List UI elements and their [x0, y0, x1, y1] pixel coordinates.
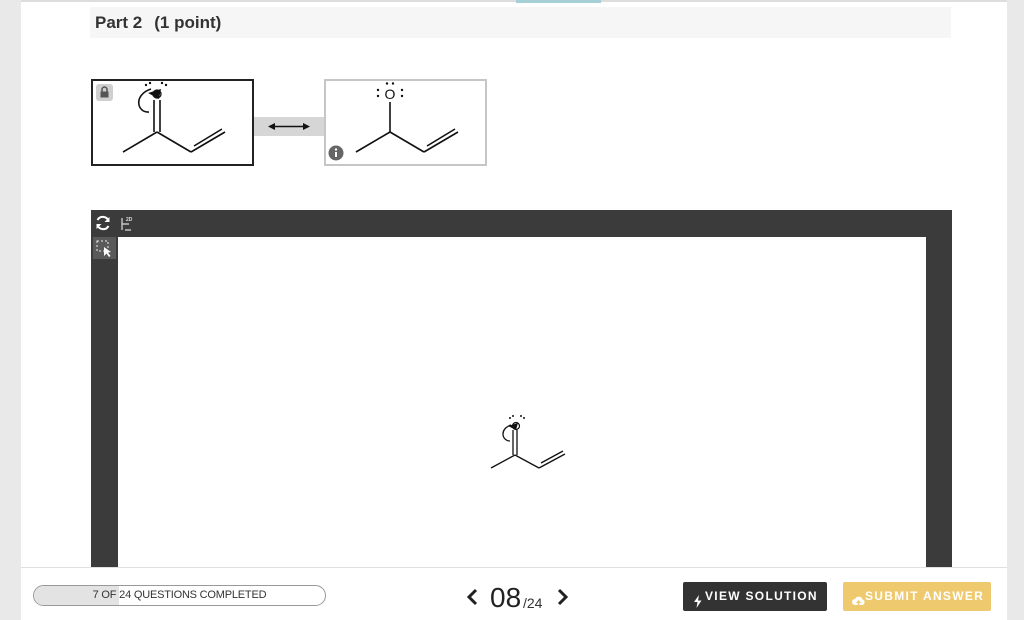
progress-bar: 7 OF 24 QUESTIONS COMPLETED: [33, 585, 326, 606]
question-pager: 08 /24: [465, 580, 585, 613]
2d-clean-icon[interactable]: 2D: [120, 215, 136, 231]
svg-text:O: O: [385, 86, 396, 102]
resonance-arrow: [254, 117, 324, 136]
info-icon[interactable]: [328, 145, 344, 161]
lightning-icon: [692, 590, 704, 608]
current-question-number: 08: [490, 582, 522, 613]
given-molecule: [122, 81, 226, 153]
part-points: (1 point): [154, 13, 222, 32]
product-structure-box: O: [324, 79, 487, 166]
drawing-canvas[interactable]: [118, 237, 926, 570]
top-accent: [516, 0, 601, 3]
footer-bar: 7 OF 24 QUESTIONS COMPLETED 08 /24 VIEW …: [21, 567, 1007, 620]
progress-text: 7 OF 24 QUESTIONS COMPLETED: [92, 589, 267, 601]
lock-icon: [96, 84, 113, 101]
cloud-upload-icon: [852, 590, 865, 606]
chevron-left-icon[interactable]: [465, 587, 481, 607]
select-tool-icon[interactable]: [93, 237, 116, 259]
submit-answer-button[interactable]: SUBMIT ANSWER: [843, 582, 991, 611]
view-solution-label: VIEW SOLUTION: [705, 589, 818, 603]
canvas-molecule[interactable]: [477, 411, 572, 481]
part-header: Part 2 (1 point): [90, 7, 951, 38]
given-structure-box: [91, 79, 254, 166]
total-questions: /24: [523, 595, 543, 611]
molecule-sketcher: 2D: [91, 210, 952, 570]
submit-answer-label: SUBMIT ANSWER: [865, 589, 985, 603]
view-solution-button[interactable]: VIEW SOLUTION: [683, 582, 827, 611]
chevron-right-icon[interactable]: [554, 587, 570, 607]
part-title: Part 2: [95, 13, 143, 32]
product-molecule: O: [355, 82, 459, 153]
svg-text:2D: 2D: [126, 217, 133, 223]
page: Part 2 (1 point) O 2D 7 OF 24 QUESTIONS …: [21, 0, 1007, 620]
refresh-icon[interactable]: [94, 214, 112, 232]
top-border: [21, 0, 1007, 2]
